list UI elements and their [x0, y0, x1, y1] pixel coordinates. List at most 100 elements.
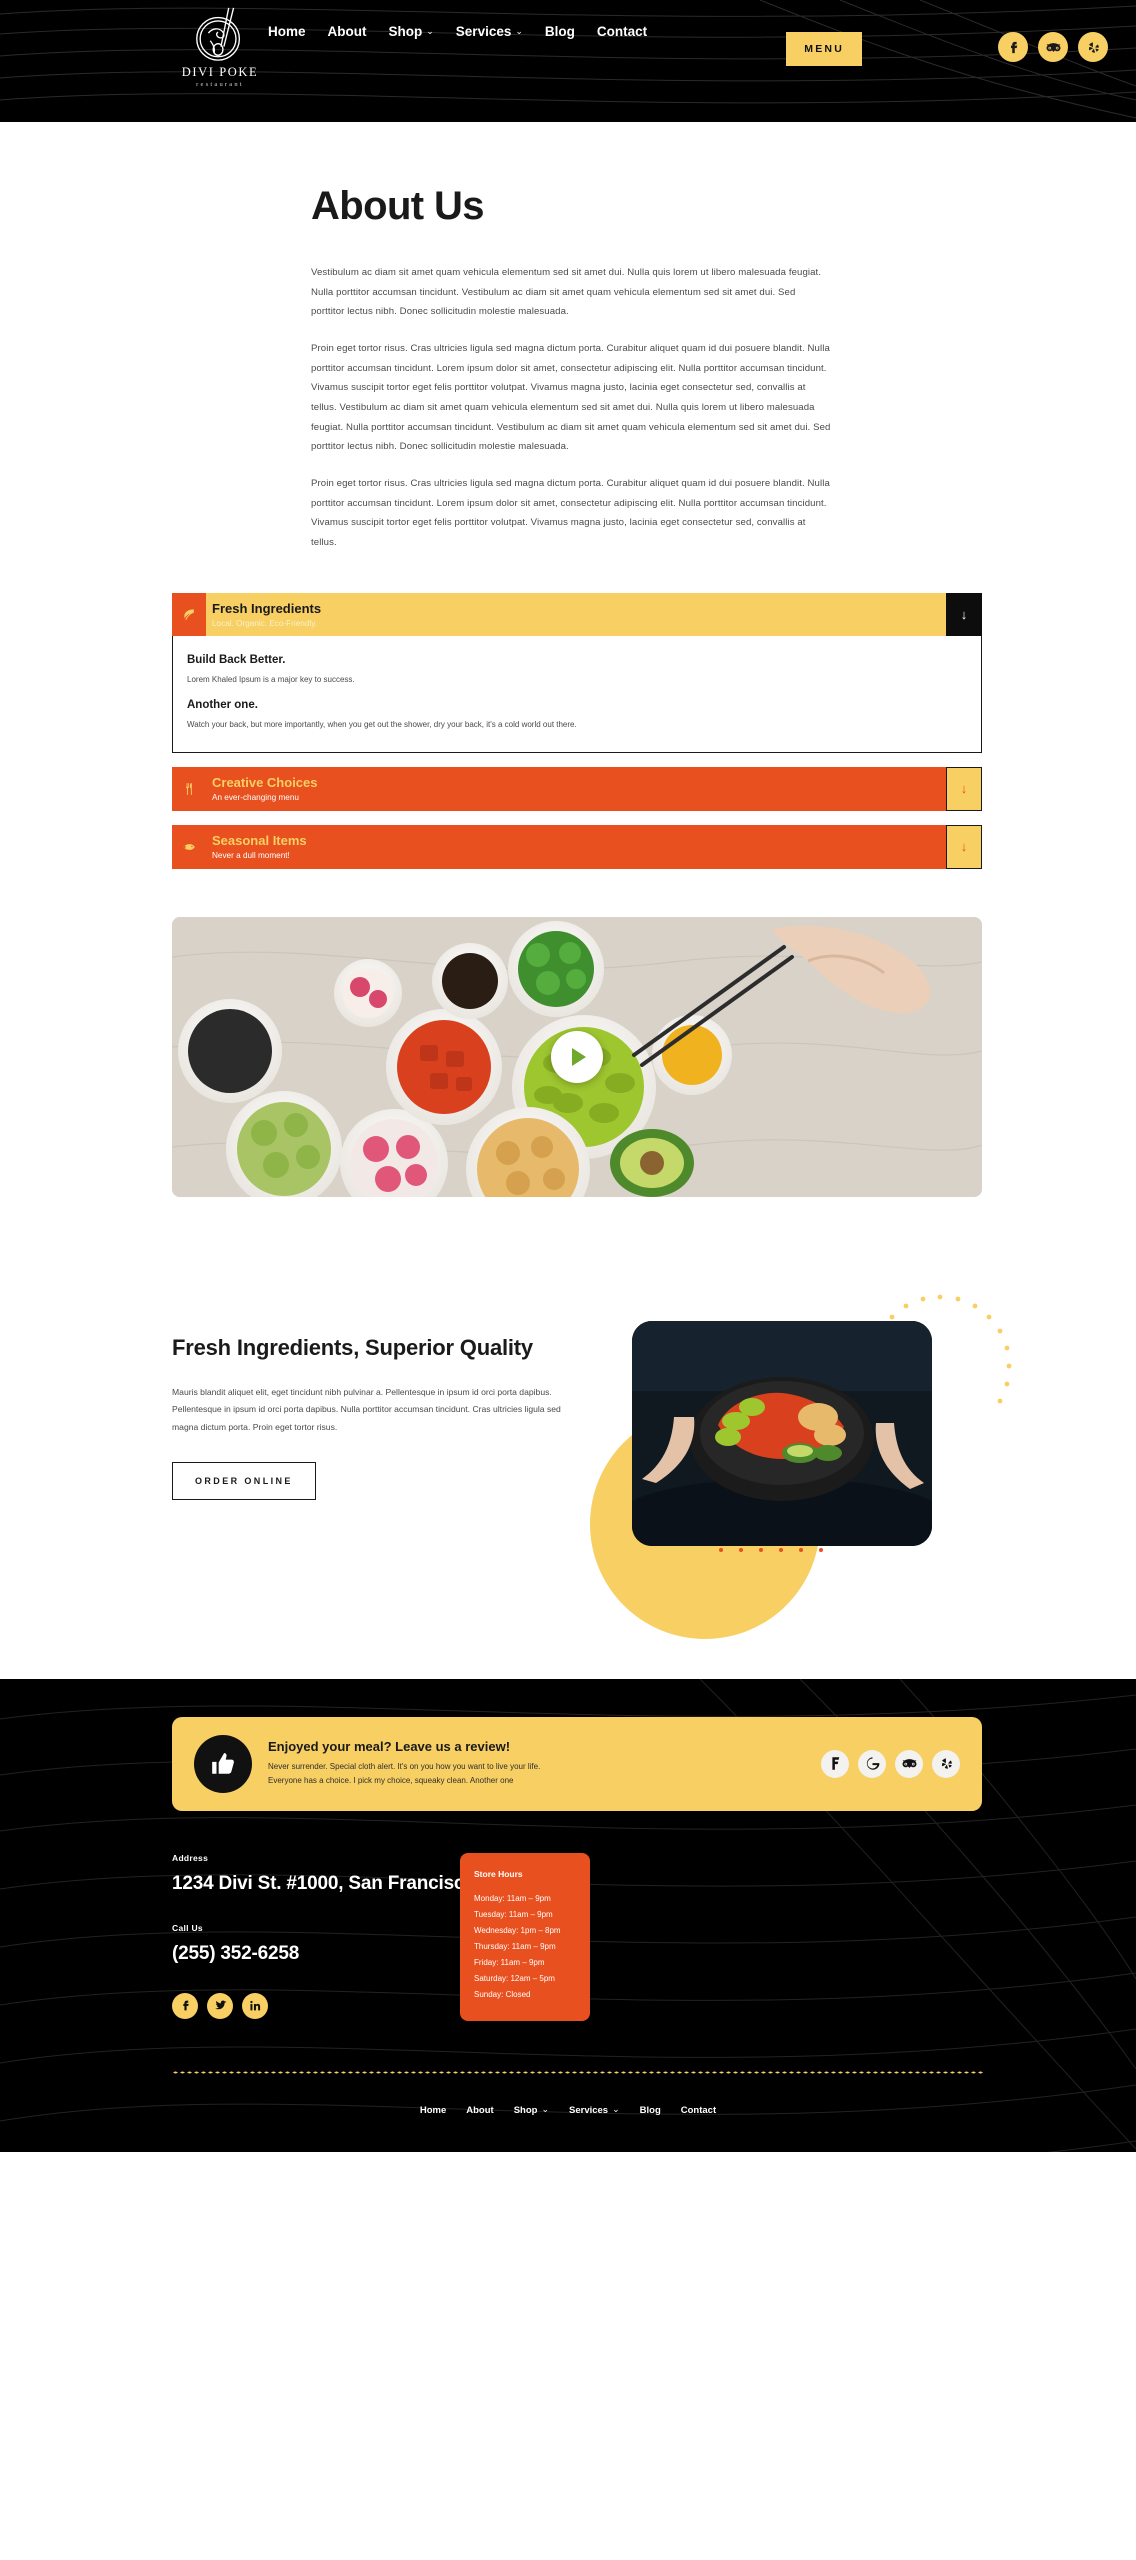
page-root: DIVI POKE restaurant Home About Shop ⌄ Se…	[0, 0, 1136, 2152]
accordion-title-block: Seasonal Items Never a dull moment!	[206, 825, 946, 869]
review-text-block: Enjoyed your meal? Leave us a review! Ne…	[268, 1739, 805, 1788]
accordion-subtitle: Never a dull moment!	[212, 851, 290, 861]
store-hours-sunday: Sunday: Closed	[474, 1989, 531, 1999]
about-section: About Us Vestibulum ac diam sit amet qua…	[0, 122, 1136, 553]
accordion-subtitle: Local. Organic. Eco-Friendly.	[212, 619, 317, 629]
review-line-2: Everyone has a choice. I pick my choice,…	[268, 1776, 514, 1786]
thumbs-up-icon	[194, 1734, 252, 1793]
review-title: Enjoyed your meal? Leave us a review!	[268, 1739, 511, 1755]
footer-nav-item-contact[interactable]: Contact	[681, 2105, 716, 2116]
nav-link-shop[interactable]: Shop	[389, 16, 423, 48]
play-button[interactable]	[551, 1030, 603, 1083]
facebook-icon[interactable]	[998, 32, 1028, 62]
primary-nav-list: Home About Shop ⌄ Services ⌄ Blog Contact	[268, 16, 688, 48]
about-paragraph-1: Vestibulum ac diam sit amet quam vehicul…	[311, 267, 822, 318]
fresh-body: Mauris blandit aliquet elit, eget tincid…	[172, 1387, 561, 1432]
review-card: Enjoyed your meal? Leave us a review! Ne…	[172, 1716, 982, 1811]
store-hours-list: Monday: 11am – 9pm Tuesday: 11am – 9pm W…	[474, 1891, 576, 2003]
nav-item-home[interactable]: Home	[268, 16, 306, 48]
footer-nav-item-services[interactable]: Services ⌄	[569, 2104, 620, 2116]
logo-subtitle: restaurant	[196, 81, 244, 88]
footer-nav-link-contact[interactable]: Contact	[681, 2105, 716, 2116]
store-hours-title: Store Hours	[474, 1868, 523, 1879]
nav-item-shop[interactable]: Shop ⌄	[389, 16, 434, 48]
store-hours-tuesday: Tuesday: 11am – 9pm	[474, 1909, 553, 1919]
chevron-down-icon[interactable]: ⌄	[426, 26, 434, 37]
accordion-toggle-arrow-icon[interactable]: ↓	[946, 824, 982, 869]
fork-knife-icon	[172, 767, 206, 811]
fresh-text-column: Fresh Ingredients, Superior Quality Maur…	[172, 1333, 562, 1500]
accordion-title: Fresh Ingredients	[212, 600, 322, 616]
accordion: Fresh Ingredients Local. Organic. Eco-Fr…	[172, 592, 982, 869]
fresh-ingredients-section: Fresh Ingredients, Superior Quality Maur…	[0, 1294, 1136, 1639]
facebook-icon[interactable]	[172, 1992, 198, 2019]
menu-button[interactable]: MENU	[786, 32, 862, 66]
logo-name: DIVI POKE	[181, 65, 259, 79]
nav-link-home[interactable]: Home	[268, 16, 306, 48]
page-title: About Us	[311, 184, 485, 228]
yelp-icon[interactable]	[932, 1749, 960, 1778]
store-hours-friday: Friday: 11am – 9pm	[474, 1957, 545, 1967]
footer-nav-item-home[interactable]: Home	[420, 2105, 446, 2116]
footer-nav-link-shop[interactable]: Shop	[514, 2105, 538, 2116]
order-online-button[interactable]: ORDER ONLINE	[172, 1461, 316, 1500]
primary-navigation[interactable]: Home About Shop ⌄ Services ⌄ Blog Contact	[268, 16, 688, 48]
nav-item-contact[interactable]: Contact	[597, 16, 647, 48]
accordion-item-seasonal-items: Seasonal Items Never a dull moment! ↓	[172, 824, 982, 869]
poke-bowl-chopsticks-logo-icon	[196, 7, 241, 61]
footer-nav-item-shop[interactable]: Shop ⌄	[514, 2104, 549, 2116]
video-section[interactable]	[172, 916, 982, 1197]
store-hours-monday: Monday: 11am – 9pm	[474, 1893, 551, 1903]
footer-nav-item-about[interactable]: About	[466, 2105, 493, 2116]
chevron-down-icon[interactable]: ⌄	[612, 2104, 620, 2115]
header-social-links	[998, 32, 1108, 62]
site-footer: Enjoyed your meal? Leave us a review! Ne…	[0, 1678, 1136, 2152]
accordion-header-fresh-ingredients[interactable]: Fresh Ingredients Local. Organic. Eco-Fr…	[172, 592, 982, 637]
nav-item-blog[interactable]: Blog	[545, 16, 575, 48]
nav-item-about[interactable]: About	[328, 16, 367, 48]
linkedin-icon[interactable]	[242, 1992, 268, 2019]
accordion-header-creative-choices[interactable]: Creative Choices An ever-changing menu ↓	[172, 766, 982, 811]
site-logo[interactable]: DIVI POKE restaurant	[172, 4, 268, 88]
yelp-icon[interactable]	[1078, 32, 1108, 62]
store-hours-thursday: Thursday: 11am – 9pm	[474, 1941, 556, 1951]
footer-navigation[interactable]: Home About Shop ⌄ Services ⌄ Blog Contact	[0, 2074, 1136, 2152]
nav-link-blog[interactable]: Blog	[545, 16, 575, 48]
store-hours-box: Store Hours Monday: 11am – 9pm Tuesday: …	[460, 1852, 590, 2021]
footer-nav-link-services[interactable]: Services	[569, 2105, 608, 2116]
nav-link-contact[interactable]: Contact	[597, 16, 647, 48]
footer-nav-list: Home About Shop ⌄ Services ⌄ Blog Contact	[420, 2104, 716, 2116]
review-social-links	[821, 1749, 960, 1778]
panel-heading-2: Another one.	[187, 699, 258, 712]
accordion-header-seasonal-items[interactable]: Seasonal Items Never a dull moment! ↓	[172, 824, 982, 869]
google-icon[interactable]	[858, 1749, 886, 1778]
tripadvisor-icon[interactable]	[1038, 32, 1068, 62]
chevron-down-icon[interactable]: ⌄	[515, 26, 523, 37]
footer-nav-link-home[interactable]: Home	[420, 2105, 446, 2116]
panel-text-1: Lorem Khaled Ipsum is a major key to suc…	[187, 675, 355, 685]
foursquare-icon[interactable]	[821, 1749, 849, 1778]
panel-text-2: Watch your back, but more importantly, w…	[187, 720, 577, 730]
accordion-panel-fresh-ingredients: Build Back Better. Lorem Khaled Ipsum is…	[172, 636, 982, 753]
footer-contact-row: Address 1234 Divi St. #1000, San Francis…	[172, 1852, 1004, 2021]
poke-bowl-held-in-hands-photo	[632, 1320, 932, 1546]
play-icon	[572, 1047, 586, 1066]
accordion-title-block: Fresh Ingredients Local. Organic. Eco-Fr…	[206, 593, 946, 637]
fresh-title: Fresh Ingredients, Superior Quality	[172, 1334, 533, 1360]
nav-link-services[interactable]: Services	[456, 16, 512, 48]
accordion-toggle-arrow-icon[interactable]: ↓	[946, 766, 982, 811]
chevron-down-icon[interactable]: ⌄	[541, 2104, 549, 2115]
accordion-item-creative-choices: Creative Choices An ever-changing menu ↓	[172, 766, 982, 811]
nav-link-about[interactable]: About	[328, 16, 367, 48]
panel-heading-1: Build Back Better.	[187, 654, 286, 667]
accordion-title: Seasonal Items	[212, 832, 307, 848]
accordion-title-block: Creative Choices An ever-changing menu	[206, 767, 946, 811]
footer-nav-link-about[interactable]: About	[466, 2105, 493, 2116]
footer-nav-link-blog[interactable]: Blog	[640, 2105, 661, 2116]
leaf-icon	[172, 592, 206, 637]
nav-item-services[interactable]: Services ⌄	[456, 16, 523, 48]
accordion-toggle-arrow-icon[interactable]: ↓	[946, 592, 982, 637]
tripadvisor-icon[interactable]	[895, 1749, 923, 1778]
twitter-icon[interactable]	[207, 1992, 233, 2019]
footer-nav-item-blog[interactable]: Blog	[640, 2105, 661, 2116]
